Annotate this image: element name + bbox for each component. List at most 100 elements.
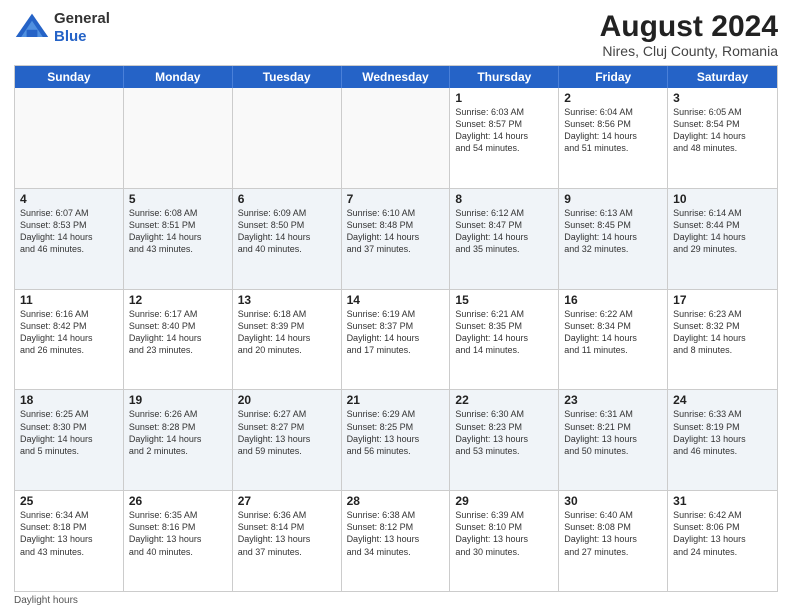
cal-cell: 14Sunrise: 6:19 AM Sunset: 8:37 PM Dayli… <box>342 290 451 390</box>
cell-info: Sunrise: 6:13 AM Sunset: 8:45 PM Dayligh… <box>564 207 662 256</box>
cal-cell: 29Sunrise: 6:39 AM Sunset: 8:10 PM Dayli… <box>450 491 559 591</box>
cal-cell: 21Sunrise: 6:29 AM Sunset: 8:25 PM Dayli… <box>342 390 451 490</box>
cell-info: Sunrise: 6:05 AM Sunset: 8:54 PM Dayligh… <box>673 106 772 155</box>
cell-info: Sunrise: 6:31 AM Sunset: 8:21 PM Dayligh… <box>564 408 662 457</box>
cell-info: Sunrise: 6:16 AM Sunset: 8:42 PM Dayligh… <box>20 308 118 357</box>
logo: General Blue <box>14 10 110 46</box>
day-number: 28 <box>347 494 445 508</box>
cell-info: Sunrise: 6:17 AM Sunset: 8:40 PM Dayligh… <box>129 308 227 357</box>
month-year: August 2024 <box>600 10 778 43</box>
cal-cell: 31Sunrise: 6:42 AM Sunset: 8:06 PM Dayli… <box>668 491 777 591</box>
footer-note: Daylight hours <box>14 592 778 606</box>
logo-icon <box>14 10 50 46</box>
cell-info: Sunrise: 6:33 AM Sunset: 8:19 PM Dayligh… <box>673 408 772 457</box>
cal-cell: 6Sunrise: 6:09 AM Sunset: 8:50 PM Daylig… <box>233 189 342 289</box>
title-section: August 2024 Nires, Cluj County, Romania <box>600 10 778 59</box>
day-number: 24 <box>673 393 772 407</box>
cell-info: Sunrise: 6:39 AM Sunset: 8:10 PM Dayligh… <box>455 509 553 558</box>
calendar: SundayMondayTuesdayWednesdayThursdayFrid… <box>14 65 778 592</box>
day-number: 27 <box>238 494 336 508</box>
day-number: 23 <box>564 393 662 407</box>
day-number: 2 <box>564 91 662 105</box>
day-number: 21 <box>347 393 445 407</box>
main-container: General Blue August 2024 Nires, Cluj Cou… <box>0 0 792 612</box>
day-number: 26 <box>129 494 227 508</box>
day-number: 15 <box>455 293 553 307</box>
cell-info: Sunrise: 6:07 AM Sunset: 8:53 PM Dayligh… <box>20 207 118 256</box>
header-day-tuesday: Tuesday <box>233 66 342 88</box>
day-number: 8 <box>455 192 553 206</box>
header-day-sunday: Sunday <box>15 66 124 88</box>
cell-info: Sunrise: 6:04 AM Sunset: 8:56 PM Dayligh… <box>564 106 662 155</box>
cell-info: Sunrise: 6:38 AM Sunset: 8:12 PM Dayligh… <box>347 509 445 558</box>
calendar-row-0: 1Sunrise: 6:03 AM Sunset: 8:57 PM Daylig… <box>15 88 777 188</box>
cell-info: Sunrise: 6:26 AM Sunset: 8:28 PM Dayligh… <box>129 408 227 457</box>
cal-cell: 1Sunrise: 6:03 AM Sunset: 8:57 PM Daylig… <box>450 88 559 188</box>
cal-cell: 30Sunrise: 6:40 AM Sunset: 8:08 PM Dayli… <box>559 491 668 591</box>
day-number: 9 <box>564 192 662 206</box>
cell-info: Sunrise: 6:42 AM Sunset: 8:06 PM Dayligh… <box>673 509 772 558</box>
cal-cell: 2Sunrise: 6:04 AM Sunset: 8:56 PM Daylig… <box>559 88 668 188</box>
cell-info: Sunrise: 6:29 AM Sunset: 8:25 PM Dayligh… <box>347 408 445 457</box>
cell-info: Sunrise: 6:14 AM Sunset: 8:44 PM Dayligh… <box>673 207 772 256</box>
cell-info: Sunrise: 6:03 AM Sunset: 8:57 PM Dayligh… <box>455 106 553 155</box>
day-number: 5 <box>129 192 227 206</box>
day-number: 18 <box>20 393 118 407</box>
cal-cell: 7Sunrise: 6:10 AM Sunset: 8:48 PM Daylig… <box>342 189 451 289</box>
location: Nires, Cluj County, Romania <box>600 43 778 59</box>
cal-cell: 12Sunrise: 6:17 AM Sunset: 8:40 PM Dayli… <box>124 290 233 390</box>
header-row: General Blue August 2024 Nires, Cluj Cou… <box>14 10 778 59</box>
cell-info: Sunrise: 6:35 AM Sunset: 8:16 PM Dayligh… <box>129 509 227 558</box>
day-number: 10 <box>673 192 772 206</box>
day-number: 31 <box>673 494 772 508</box>
cal-cell: 16Sunrise: 6:22 AM Sunset: 8:34 PM Dayli… <box>559 290 668 390</box>
cell-info: Sunrise: 6:30 AM Sunset: 8:23 PM Dayligh… <box>455 408 553 457</box>
header-day-monday: Monday <box>124 66 233 88</box>
cal-cell: 3Sunrise: 6:05 AM Sunset: 8:54 PM Daylig… <box>668 88 777 188</box>
day-number: 19 <box>129 393 227 407</box>
cal-cell: 15Sunrise: 6:21 AM Sunset: 8:35 PM Dayli… <box>450 290 559 390</box>
cal-cell: 25Sunrise: 6:34 AM Sunset: 8:18 PM Dayli… <box>15 491 124 591</box>
cal-cell: 5Sunrise: 6:08 AM Sunset: 8:51 PM Daylig… <box>124 189 233 289</box>
header-day-wednesday: Wednesday <box>342 66 451 88</box>
calendar-row-1: 4Sunrise: 6:07 AM Sunset: 8:53 PM Daylig… <box>15 188 777 289</box>
day-number: 22 <box>455 393 553 407</box>
day-number: 4 <box>20 192 118 206</box>
header-day-friday: Friday <box>559 66 668 88</box>
logo-general: General <box>54 10 110 27</box>
cal-cell: 4Sunrise: 6:07 AM Sunset: 8:53 PM Daylig… <box>15 189 124 289</box>
cell-info: Sunrise: 6:08 AM Sunset: 8:51 PM Dayligh… <box>129 207 227 256</box>
logo-blue: Blue <box>54 28 87 45</box>
cal-cell: 9Sunrise: 6:13 AM Sunset: 8:45 PM Daylig… <box>559 189 668 289</box>
cal-cell <box>233 88 342 188</box>
cal-cell: 27Sunrise: 6:36 AM Sunset: 8:14 PM Dayli… <box>233 491 342 591</box>
calendar-row-2: 11Sunrise: 6:16 AM Sunset: 8:42 PM Dayli… <box>15 289 777 390</box>
cell-info: Sunrise: 6:21 AM Sunset: 8:35 PM Dayligh… <box>455 308 553 357</box>
cell-info: Sunrise: 6:40 AM Sunset: 8:08 PM Dayligh… <box>564 509 662 558</box>
cal-cell: 17Sunrise: 6:23 AM Sunset: 8:32 PM Dayli… <box>668 290 777 390</box>
cal-cell <box>15 88 124 188</box>
cell-info: Sunrise: 6:12 AM Sunset: 8:47 PM Dayligh… <box>455 207 553 256</box>
day-number: 30 <box>564 494 662 508</box>
cal-cell <box>342 88 451 188</box>
calendar-header: SundayMondayTuesdayWednesdayThursdayFrid… <box>15 66 777 88</box>
day-number: 14 <box>347 293 445 307</box>
cal-cell: 28Sunrise: 6:38 AM Sunset: 8:12 PM Dayli… <box>342 491 451 591</box>
cell-info: Sunrise: 6:19 AM Sunset: 8:37 PM Dayligh… <box>347 308 445 357</box>
cal-cell: 10Sunrise: 6:14 AM Sunset: 8:44 PM Dayli… <box>668 189 777 289</box>
day-number: 13 <box>238 293 336 307</box>
logo-text: General Blue <box>54 10 110 46</box>
cal-cell: 18Sunrise: 6:25 AM Sunset: 8:30 PM Dayli… <box>15 390 124 490</box>
day-number: 1 <box>455 91 553 105</box>
cal-cell: 22Sunrise: 6:30 AM Sunset: 8:23 PM Dayli… <box>450 390 559 490</box>
cell-info: Sunrise: 6:34 AM Sunset: 8:18 PM Dayligh… <box>20 509 118 558</box>
day-number: 6 <box>238 192 336 206</box>
cal-cell: 13Sunrise: 6:18 AM Sunset: 8:39 PM Dayli… <box>233 290 342 390</box>
cal-cell: 24Sunrise: 6:33 AM Sunset: 8:19 PM Dayli… <box>668 390 777 490</box>
header-day-saturday: Saturday <box>668 66 777 88</box>
cal-cell: 23Sunrise: 6:31 AM Sunset: 8:21 PM Dayli… <box>559 390 668 490</box>
cell-info: Sunrise: 6:10 AM Sunset: 8:48 PM Dayligh… <box>347 207 445 256</box>
day-number: 3 <box>673 91 772 105</box>
cal-cell: 20Sunrise: 6:27 AM Sunset: 8:27 PM Dayli… <box>233 390 342 490</box>
cal-cell: 11Sunrise: 6:16 AM Sunset: 8:42 PM Dayli… <box>15 290 124 390</box>
